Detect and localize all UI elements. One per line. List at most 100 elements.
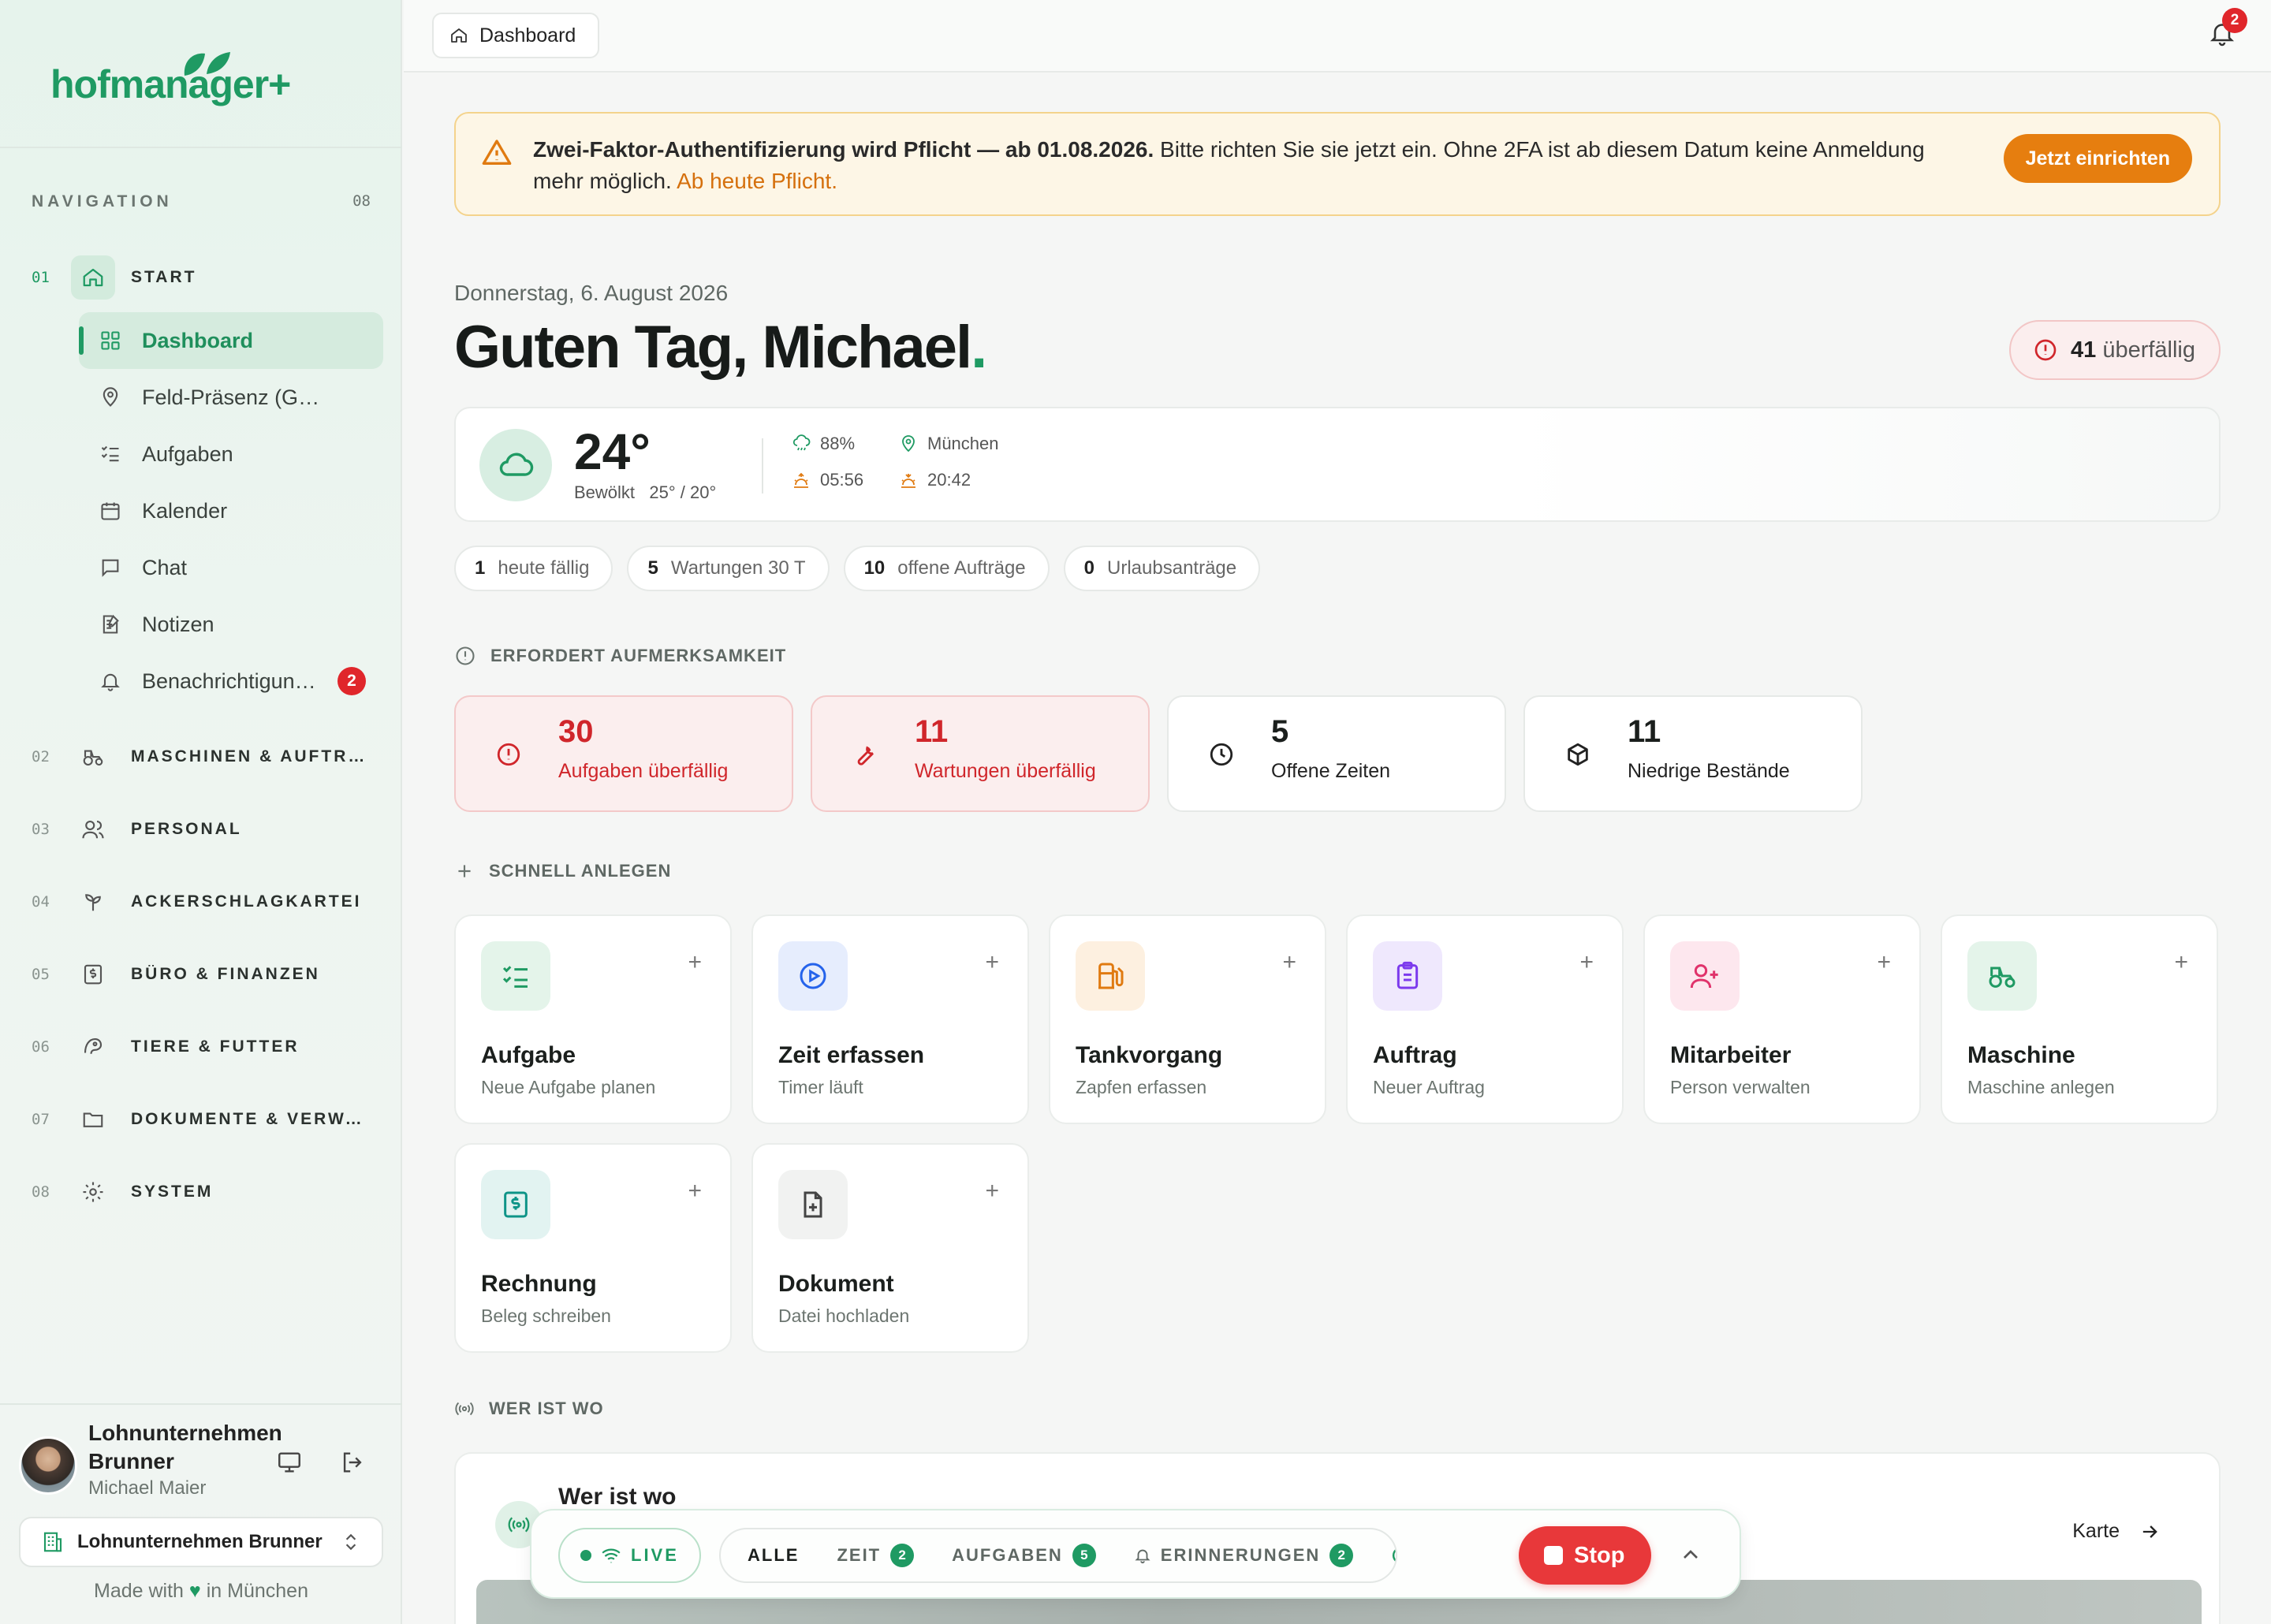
nav-label: NAVIGATION [32,192,173,210]
tab-count-badge: 2 [890,1544,915,1567]
who-card-title: Wer ist wo [558,1484,677,1510]
quick-card-subtitle: Person verwalten [1670,1077,1810,1097]
chip-due-today[interactable]: 1 heute fällig [454,546,613,591]
plus-icon[interactable]: + [985,951,999,974]
sidebar-item-dashboard[interactable]: Dashboard [79,312,383,369]
twofa-alert: Zwei-Faktor-Authentifizierung wird Pflic… [454,112,2221,216]
temperature: 24° [574,423,651,480]
nav-section-start[interactable]: 01 START [32,254,378,301]
chip-count: 10 [863,557,886,579]
chevron-up-icon[interactable] [1678,1542,1703,1567]
temperature-range: 25° / 20° [649,482,717,502]
monitor-icon[interactable] [276,1449,303,1476]
greeting-dot: . [971,314,987,381]
weather-desc: Bewölkt 25° / 20° [574,482,716,503]
live-indicator[interactable]: LIVE [558,1528,701,1583]
attention-card-low-stock[interactable]: 11 Niedrige Bestände [1523,695,1863,812]
attention-card-open-times[interactable]: 5 Offene Zeiten [1167,695,1506,812]
tab-zeit[interactable]: ZEIT 2 [818,1533,933,1578]
chip-label: Wartungen 30 T [670,557,806,579]
quick-card-subtitle: Datei hochladen [778,1306,910,1326]
quick-card-title: Tankvorgang [1076,1042,1223,1068]
sidebar-item-benachrichtigungen[interactable]: Benachrichtigungen 2 [79,653,383,710]
sidebar-item-gps[interactable]: Feld-Präsenz (GPS) [79,369,383,426]
nav-section-buero[interactable]: 05 BÜRO & FINANZEN [32,951,378,998]
calendar-icon [95,500,126,522]
chip-open-orders[interactable]: 10 offene Aufträge [843,546,1050,591]
map-link[interactable]: Karte [2072,1520,2161,1543]
chip-maintenance[interactable]: 5 Wartungen 30 T [627,546,830,591]
company-select[interactable]: Lohnunternehmen Brunner [19,1517,383,1567]
sidebar-item-kalender[interactable]: Kalender [79,482,383,539]
breadcrumb-label: Dashboard [479,24,576,47]
quick-card-title: Mitarbeiter [1670,1042,1792,1068]
package-icon [1564,741,1591,768]
tab-alle[interactable]: ALLE [729,1533,818,1578]
section-label: START [131,268,197,286]
gear-icon [71,1170,115,1214]
sidebar-item-aufgaben[interactable]: Aufgaben [79,426,383,482]
section-label: DOKUMENTE & VERWALTUNG [131,1110,367,1128]
tab-label: AUFGABEN [952,1545,1063,1565]
sidebar-item-chat[interactable]: Chat [79,539,383,596]
sunrise-icon [792,471,811,490]
overdue-badge[interactable]: 41 überfällig [2008,320,2221,380]
setup-2fa-button[interactable]: Jetzt einrichten [2003,134,2192,183]
plus-icon[interactable]: + [688,1179,702,1203]
nav-section-dokumente[interactable]: 07 DOKUMENTE & VERWALTUNG [32,1096,378,1143]
tab-aufgaben[interactable]: AUFGABEN 5 [933,1533,1115,1578]
tab-label: ALLE [748,1545,800,1565]
quick-card-dokument[interactable]: + Dokument Datei hochladen [751,1143,1029,1353]
section-title: ERFORDERT AUFMERKSAMKEIT [490,646,787,665]
section-number: 05 [32,966,50,983]
plus-icon[interactable]: + [688,951,702,974]
logout-icon[interactable] [339,1449,366,1476]
avatar[interactable] [19,1436,77,1495]
nav-section-personal[interactable]: 03 PERSONAL [32,806,378,853]
nav-section-ackerschlagkartei[interactable]: 04 ACKERSCHLAGKARTEI [32,878,378,926]
quick-card-rechnung[interactable]: + Rechnung Beleg schreiben [454,1143,732,1353]
plus-icon[interactable]: + [985,1179,999,1203]
plus-icon [454,861,475,881]
quick-card-zeit[interactable]: + Zeit erfassen Timer läuft [751,914,1029,1124]
attention-count: 5 [1271,714,1289,749]
notes-icon [95,613,126,635]
attention-count: 11 [1628,714,1661,749]
notification-badge: 2 [337,667,366,695]
attention-card-maintenance[interactable]: 11 Wartungen überfällig [811,695,1150,812]
notifications-button[interactable]: 2 [2208,8,2247,47]
quick-card-maschine[interactable]: + Maschine Maschine anlegen [1941,914,2218,1124]
attention-label: Offene Zeiten [1271,760,1391,782]
chip-count: 0 [1083,557,1095,579]
quick-card-tankvorgang[interactable]: + Tankvorgang Zapfen erfassen [1049,914,1326,1124]
tab-more[interactable] [1372,1533,1396,1578]
plus-icon[interactable]: + [1579,951,1594,974]
plus-icon[interactable]: + [2174,951,2188,974]
footer-text: in München [206,1580,308,1602]
sidebar-item-notizen[interactable]: Notizen [79,596,383,653]
quick-card-auftrag[interactable]: + Auftrag Neuer Auftrag [1346,914,1624,1124]
divider [762,438,763,494]
quick-card-mitarbeiter[interactable]: + Mitarbeiter Person verwalten [1643,914,1921,1124]
quick-card-aufgabe[interactable]: + Aufgabe Neue Aufgabe planen [454,914,732,1124]
live-filter-tabs: ALLE ZEIT 2 AUFGABEN 5 ERINNERUNGEN 2 [719,1528,1397,1583]
cloud-icon [479,429,552,501]
chip-vacation-requests[interactable]: 0 Urlaubsanträge [1063,546,1261,591]
tab-erinnerungen[interactable]: ERINNERUNGEN 2 [1115,1533,1372,1578]
nav-section-system[interactable]: 08 SYSTEM [32,1168,378,1216]
wifi-icon [601,1545,621,1566]
nav-section-maschinen[interactable]: 02 MASCHINEN & AUFTRÄGE [32,733,378,780]
sunset-value: 20:42 [927,470,971,490]
breadcrumb[interactable]: Dashboard [432,13,600,58]
plus-icon[interactable]: + [1282,951,1296,974]
stop-timer-button[interactable]: Stop [1519,1526,1652,1585]
sidebar: hofmanager+ NAVIGATION 08 01 START Dashb… [0,0,402,1624]
sunset-icon [899,471,918,490]
plus-icon[interactable]: + [1877,951,1891,974]
nav-header: NAVIGATION 08 [32,192,371,211]
section-label: MASCHINEN & AUFTRÄGE [131,747,367,765]
section-title: WER IST WO [489,1399,604,1418]
nav-section-tiere[interactable]: 06 TIERE & FUTTER [32,1023,378,1071]
attention-card-tasks[interactable]: 30 Aufgaben überfällig [454,695,793,812]
section-number: 04 [32,893,50,911]
